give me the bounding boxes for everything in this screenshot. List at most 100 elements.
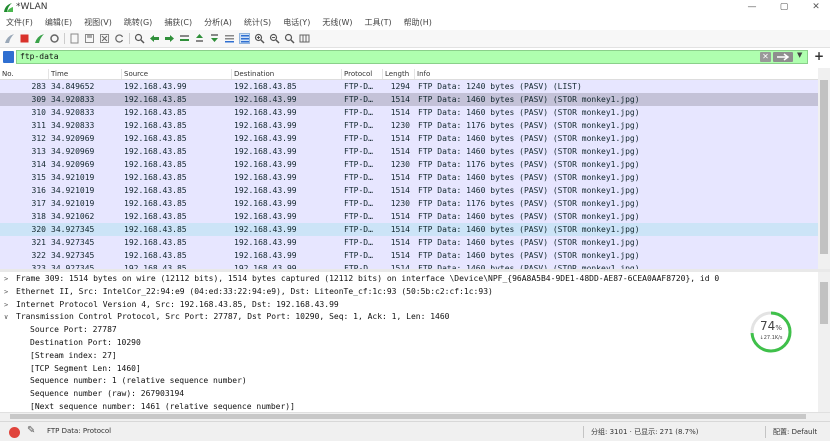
detail-row[interactable]: Source Port: 27787 — [0, 324, 818, 336]
column-header-no[interactable]: No. — [0, 69, 14, 79]
packet-list-scroll-thumb[interactable] — [820, 80, 828, 254]
packet-protocol: FTP-D… — [344, 212, 373, 221]
save-file-icon[interactable] — [84, 33, 95, 44]
menu-wireless[interactable]: 无线(W) — [322, 17, 352, 28]
display-filter-input[interactable]: ftp-data — [16, 50, 808, 64]
column-header-destination[interactable]: Destination — [231, 69, 274, 79]
column-header-time[interactable]: Time — [48, 69, 68, 79]
packet-time: 34.921019 — [51, 173, 95, 182]
open-file-icon[interactable] — [69, 33, 80, 44]
close-file-icon[interactable] — [99, 33, 110, 44]
collapsed-chevron-icon[interactable]: > — [4, 299, 8, 311]
restart-capture-icon[interactable] — [34, 33, 45, 44]
packet-length: 1514 — [390, 186, 410, 195]
packet-row[interactable]: 322 34.927345 192.168.43.85 192.168.43.99 FT… — [0, 249, 818, 262]
packet-protocol: FTP-D… — [344, 82, 373, 91]
column-header-info[interactable]: Info — [414, 69, 430, 79]
detail-row[interactable]: [Next sequence number: 1461 (relative se… — [0, 401, 818, 412]
packet-row[interactable]: 320 34.927345 192.168.43.85 192.168.43.99 FT… — [0, 223, 818, 236]
maximize-button[interactable]: ▢ — [772, 1, 796, 14]
filter-history-dropdown[interactable]: ▼ — [797, 51, 802, 59]
detail-row[interactable]: Sequence number: 1 (relative sequence nu… — [0, 375, 818, 387]
details-scroll-thumb[interactable] — [820, 282, 828, 324]
clear-filter-icon[interactable]: ✕ — [760, 52, 771, 62]
start-capture-icon[interactable] — [4, 33, 15, 44]
packet-row[interactable]: 314 34.920969 192.168.43.85 192.168.43.99 FT… — [0, 158, 818, 171]
menu-edit[interactable]: 编辑(E) — [45, 17, 72, 28]
menu-capture[interactable]: 捕获(C) — [164, 17, 192, 28]
packet-row[interactable]: 283 34.849652 192.168.43.99 192.168.43.85 FT… — [0, 80, 818, 93]
display-filter-bar: ftp-data ✕ ▼ + — [0, 48, 830, 66]
status-divider — [583, 426, 584, 438]
packet-row[interactable]: 312 34.920969 192.168.43.85 192.168.43.99 FT… — [0, 132, 818, 145]
go-to-packet-icon[interactable] — [179, 33, 190, 44]
detail-row[interactable]: ∨ Transmission Control Protocol, Src Port… — [0, 311, 818, 323]
packet-row[interactable]: 311 34.920833 192.168.43.85 192.168.43.99 FT… — [0, 119, 818, 132]
colorize-icon[interactable] — [239, 33, 250, 44]
first-packet-icon[interactable] — [194, 33, 205, 44]
packet-no: 309 — [31, 95, 46, 104]
packet-row[interactable]: 318 34.921062 192.168.43.85 192.168.43.99 FT… — [0, 210, 818, 223]
close-button[interactable]: ✕ — [804, 1, 828, 14]
last-packet-icon[interactable] — [209, 33, 220, 44]
collapsed-chevron-icon[interactable]: > — [4, 286, 8, 298]
packet-row[interactable]: 317 34.921019 192.168.43.85 192.168.43.99 FT… — [0, 197, 818, 210]
menu-file[interactable]: 文件(F) — [6, 17, 33, 28]
profile-label[interactable]: 配置: Default — [773, 427, 817, 437]
go-forward-icon[interactable] — [164, 33, 175, 44]
packet-destination: 192.168.43.99 — [234, 212, 297, 221]
packet-row[interactable]: 321 34.927345 192.168.43.85 192.168.43.99 FT… — [0, 236, 818, 249]
detail-row[interactable]: > Frame 309: 1514 bytes on wire (12112 bi… — [0, 273, 818, 285]
detail-row[interactable]: > Internet Protocol Version 4, Src: 192.1… — [0, 299, 818, 311]
packet-row[interactable]: 316 34.921019 192.168.43.85 192.168.43.99 FT… — [0, 184, 818, 197]
menu-view[interactable]: 视图(V) — [84, 17, 112, 28]
collapsed-chevron-icon[interactable]: > — [4, 273, 8, 285]
capture-comment-icon[interactable]: ✎ — [27, 425, 35, 436]
detail-row[interactable]: [TCP Segment Len: 1460] — [0, 363, 818, 375]
resize-columns-icon[interactable] — [299, 33, 310, 44]
details-hscroll-thumb[interactable] — [10, 414, 806, 419]
bookmark-icon[interactable] — [3, 51, 14, 63]
detail-row[interactable]: Destination Port: 10290 — [0, 337, 818, 349]
menu-telephony[interactable]: 电话(Y) — [283, 17, 310, 28]
column-header-source[interactable]: Source — [121, 69, 148, 79]
apply-filter-icon[interactable] — [773, 52, 793, 62]
packet-protocol: FTP-D… — [344, 238, 373, 247]
zoom-reset-icon[interactable] — [284, 33, 295, 44]
packet-row[interactable]: 323 34.927345 192.168.43.85 192.168.43.99 FT… — [0, 262, 818, 269]
packet-info: FTP Data: 1460 bytes (PASV) (STOR monkey… — [418, 95, 640, 104]
packet-row[interactable]: 315 34.921019 192.168.43.85 192.168.43.99 FT… — [0, 171, 818, 184]
expert-info-icon[interactable] — [9, 427, 20, 438]
detail-row[interactable]: > Ethernet II, Src: IntelCor_22:94:e9 (04… — [0, 286, 818, 298]
menu-go[interactable]: 跳转(G) — [124, 17, 152, 28]
column-header-length[interactable]: Length — [382, 69, 409, 79]
menu-tools[interactable]: 工具(T) — [364, 17, 391, 28]
detail-text: Sequence number (raw): 267903194 — [30, 389, 185, 399]
column-header-protocol[interactable]: Protocol — [341, 69, 372, 79]
find-packet-icon[interactable] — [134, 33, 145, 44]
stop-capture-icon[interactable] — [19, 33, 30, 44]
reload-icon[interactable] — [114, 33, 125, 44]
wireshark-logo-icon — [4, 3, 13, 12]
zoom-out-icon[interactable] — [269, 33, 280, 44]
title-bar: *WLAN — ▢ ✕ — [0, 0, 830, 15]
menu-analyze[interactable]: 分析(A) — [204, 17, 232, 28]
capture-options-icon[interactable] — [49, 33, 60, 44]
expanded-chevron-icon[interactable]: ∨ — [4, 311, 8, 323]
minimize-button[interactable]: — — [740, 1, 764, 14]
packet-row[interactable]: 309 34.920833 192.168.43.85 192.168.43.99 FT… — [0, 93, 818, 106]
zoom-in-icon[interactable] — [254, 33, 265, 44]
menu-help[interactable]: 帮助(H) — [404, 17, 432, 28]
packet-row[interactable]: 313 34.920969 192.168.43.85 192.168.43.99 FT… — [0, 145, 818, 158]
detail-row[interactable]: Sequence number (raw): 267903194 — [0, 388, 818, 400]
go-back-icon[interactable] — [149, 33, 160, 44]
add-filter-button[interactable]: + — [814, 49, 824, 63]
menu-statistics[interactable]: 统计(S) — [244, 17, 271, 28]
packet-time: 34.927345 — [51, 264, 95, 269]
main-toolbar — [0, 30, 830, 48]
packet-destination: 192.168.43.99 — [234, 173, 297, 182]
detail-row[interactable]: [Stream index: 27] — [0, 350, 818, 362]
auto-scroll-icon[interactable] — [224, 33, 235, 44]
packet-source: 192.168.43.85 — [124, 251, 187, 260]
packet-row[interactable]: 310 34.920833 192.168.43.85 192.168.43.99 FT… — [0, 106, 818, 119]
